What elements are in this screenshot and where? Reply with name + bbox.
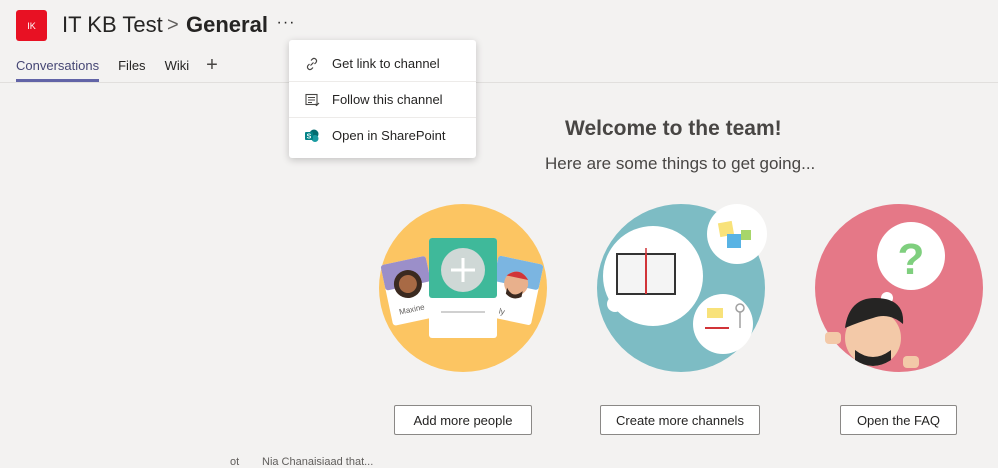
menu-item-label: Get link to channel	[332, 56, 440, 71]
feed-fragment-right: Nia Chanaisiaad that...	[262, 456, 374, 468]
team-name-breadcrumb[interactable]: IT KB Test	[62, 11, 163, 39]
sharepoint-icon: S	[304, 128, 320, 144]
menu-item-open-sharepoint[interactable]: S Open in SharePoint	[289, 118, 476, 153]
create-more-channels-button[interactable]: Create more channels	[600, 405, 760, 435]
follow-channel-icon	[304, 92, 320, 108]
create-channels-illustration	[597, 204, 767, 372]
breadcrumb-separator-icon: >	[167, 14, 179, 36]
feed-fragment-left: ot	[230, 456, 240, 468]
tab-conversations[interactable]: Conversations	[16, 54, 100, 82]
open-faq-button[interactable]: Open the FAQ	[840, 405, 957, 435]
add-people-illustration: Maxine ly	[379, 204, 547, 372]
channel-options-menu: Get link to channel Follow this channel …	[289, 40, 476, 158]
tab-files[interactable]: Files	[118, 54, 145, 80]
menu-item-follow-channel[interactable]: Follow this channel	[289, 82, 476, 117]
channel-header: IK IT KB Test > General ··· Conversation…	[0, 0, 998, 83]
welcome-subtitle: Here are some things to get going...	[545, 154, 816, 173]
channel-name-title: General	[186, 12, 268, 37]
svg-text:?: ?	[898, 235, 925, 284]
add-more-people-button[interactable]: Add more people	[394, 405, 532, 435]
channel-tabs: Conversations Files Wiki +	[16, 54, 218, 82]
welcome-title: Welcome to the team!	[565, 117, 782, 140]
faq-illustration: ?	[815, 204, 983, 372]
add-tab-button[interactable]: +	[206, 54, 218, 80]
link-icon	[304, 56, 320, 72]
team-avatar[interactable]: IK	[16, 10, 47, 41]
tab-wiki[interactable]: Wiki	[165, 54, 190, 80]
menu-item-label: Open in SharePoint	[332, 128, 446, 143]
svg-text:S: S	[307, 133, 312, 140]
more-options-button[interactable]: ···	[276, 10, 296, 38]
menu-item-label: Follow this channel	[332, 92, 443, 107]
menu-item-get-link[interactable]: Get link to channel	[289, 46, 476, 81]
